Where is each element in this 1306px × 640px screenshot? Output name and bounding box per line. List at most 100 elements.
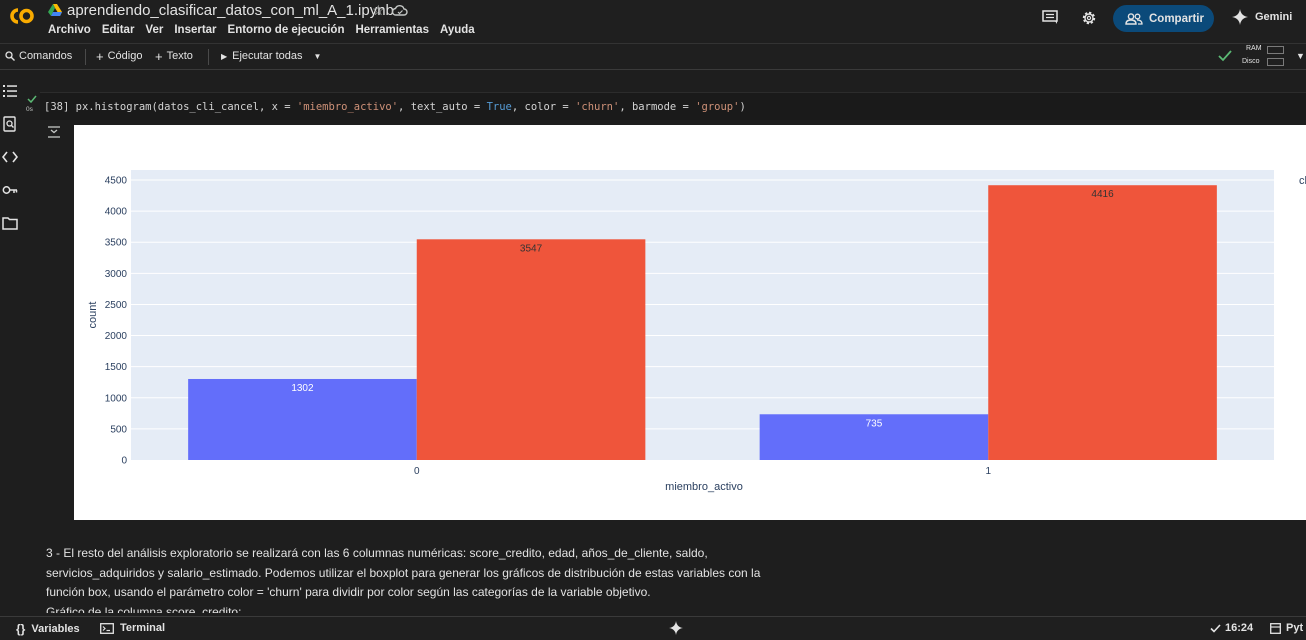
chevron-down-icon[interactable]: ▼	[1296, 51, 1305, 61]
braces-icon: {}	[16, 622, 26, 636]
gemini-button[interactable]: Gemini	[1232, 9, 1292, 25]
runtime-indicator[interactable]: Pyt	[1270, 622, 1303, 634]
y-tick-label: 500	[110, 424, 127, 435]
run-all-button[interactable]: ▶ Ejecutar todas ▼	[221, 50, 321, 62]
exec-count: [38]	[44, 101, 70, 113]
gemini-sparkle-icon[interactable]	[669, 621, 683, 635]
add-code-button[interactable]: + Código	[96, 50, 142, 63]
bar-value-label: 4416	[1091, 189, 1114, 200]
people-icon	[1125, 12, 1143, 25]
legend-title: ch	[1299, 175, 1306, 187]
table-of-contents-icon[interactable]	[2, 83, 18, 99]
exec-time: 0s	[26, 106, 33, 113]
code-part: , text_auto =	[398, 101, 487, 113]
ram-meter	[1267, 46, 1284, 54]
toolbar: Comandos + Código + Texto ▶ Ejecutar tod…	[0, 43, 1306, 70]
y-tick-label: 1000	[105, 393, 128, 404]
y-tick-label: 2500	[105, 300, 128, 311]
disk-meter	[1267, 58, 1284, 66]
gemini-sparkle-icon	[1232, 9, 1248, 25]
code-string: 'group'	[695, 101, 740, 113]
markdown-line-partial: Gráfico de la columna score_credito:	[46, 605, 242, 613]
notebook-title[interactable]: aprendiendo_clasificar_datos_con_ml_A_1.…	[67, 2, 394, 19]
check-icon	[27, 95, 37, 103]
add-text-label: Texto	[166, 50, 193, 62]
menu-entorno[interactable]: Entorno de ejecución	[228, 24, 345, 36]
variables-button[interactable]: {} Variables	[16, 622, 80, 636]
add-text-button[interactable]: + Texto	[155, 48, 193, 64]
connected-check-icon	[1218, 50, 1232, 62]
y-ticks: 0 500 1000 1500 2000 2500 3000 3500 4000 4500	[105, 176, 128, 467]
code-keyword: True	[486, 101, 512, 113]
bar-value-label: 735	[866, 418, 883, 429]
gemini-label: Gemini	[1255, 11, 1293, 23]
menu-herramientas[interactable]: Herramientas	[355, 24, 429, 36]
find-replace-icon[interactable]	[2, 116, 18, 132]
toolbar-divider	[85, 49, 86, 65]
code-cell-editor[interactable]: [38] px.histogram(datos_cli_cancel, x = …	[40, 92, 1306, 120]
chevron-down-icon[interactable]: ▼	[313, 52, 321, 61]
bar-value-label: 1302	[291, 383, 314, 394]
bar[interactable]	[988, 185, 1217, 460]
markdown-line: función box, usando el parámetro color =…	[46, 585, 651, 599]
share-button[interactable]: Compartir	[1113, 5, 1214, 32]
cloud-saved-icon[interactable]	[392, 4, 408, 16]
disk-label: Disco	[1242, 58, 1260, 65]
comment-icon[interactable]	[1042, 10, 1058, 25]
x-tick-label: 1	[985, 466, 991, 477]
plot-output[interactable]: 1302 3547 735 4416 0 500 1000 1500 2000 2500 3000…	[74, 125, 1306, 520]
y-tick-label: 0	[121, 456, 127, 467]
key-icon[interactable]	[2, 182, 18, 198]
markdown-line: 3 - El resto del análisis exploratorio s…	[46, 546, 708, 560]
y-tick-label: 3000	[105, 269, 128, 280]
commands-button[interactable]: Comandos	[5, 50, 72, 62]
x-ticks: 01	[414, 466, 992, 477]
bar[interactable]	[416, 239, 646, 460]
execution-time: 16:24	[1225, 622, 1254, 634]
ram-label: RAM	[1246, 45, 1262, 52]
variables-label: Variables	[31, 623, 80, 635]
menu-ayuda[interactable]: Ayuda	[440, 24, 475, 36]
check-icon	[1210, 623, 1221, 633]
gear-icon[interactable]	[1081, 10, 1097, 26]
play-icon: ▶	[221, 51, 228, 61]
left-sidebar	[0, 70, 22, 616]
header: aprendiendo_clasificar_datos_con_ml_A_1.…	[0, 0, 1306, 43]
run-all-label: Ejecutar todas	[232, 50, 303, 62]
bar-value-label: 3547	[520, 243, 543, 254]
execution-status[interactable]: 16:24	[1210, 622, 1253, 634]
code-part: , barmode =	[619, 101, 696, 113]
x-tick-label: 0	[414, 466, 420, 477]
y-tick-label: 2000	[105, 331, 128, 342]
star-icon[interactable]: ☆	[372, 2, 385, 19]
y-axis-label: count	[87, 302, 99, 329]
runtime-label: Pyt	[1286, 622, 1304, 634]
y-tick-label: 4500	[105, 176, 128, 187]
menu-archivo[interactable]: Archivo	[48, 24, 91, 36]
terminal-button[interactable]: Terminal	[100, 622, 165, 634]
code-string: 'miembro_activo'	[296, 101, 399, 113]
status-bar: {} Variables Terminal 16:24 Pyt	[0, 616, 1306, 640]
commands-label: Comandos	[19, 50, 73, 62]
code-part: )	[739, 101, 746, 113]
markdown-line: servicios_adquiridos y salario_estimado.…	[46, 565, 761, 580]
code-snippets-icon[interactable]	[2, 149, 18, 165]
menu-bar: Archivo Editar Ver Insertar Entorno de e…	[48, 24, 486, 36]
terminal-icon	[100, 622, 114, 634]
colab-logo[interactable]	[6, 6, 36, 26]
menu-insertar[interactable]: Insertar	[174, 24, 216, 36]
y-tick-label: 1500	[105, 362, 128, 373]
folder-icon[interactable]	[2, 215, 18, 231]
terminal-label: Terminal	[120, 622, 166, 634]
histogram-chart[interactable]: 1302 3547 735 4416 0 500 1000 1500 2000 2500 3000…	[74, 125, 1306, 520]
share-label: Compartir	[1149, 12, 1204, 25]
x-axis-label: miembro_activo	[665, 481, 743, 493]
search-icon	[5, 51, 15, 61]
code-part: px.histogram(datos_cli_cancel, x =	[75, 101, 297, 113]
output-toggle-icon[interactable]	[47, 126, 61, 138]
menu-editar[interactable]: Editar	[102, 24, 135, 36]
menu-ver[interactable]: Ver	[145, 24, 163, 36]
plus-icon: +	[155, 48, 163, 64]
markdown-cell[interactable]: 3 - El resto del análisis exploratorio s…	[46, 544, 786, 603]
runtime-icon	[1270, 622, 1281, 634]
